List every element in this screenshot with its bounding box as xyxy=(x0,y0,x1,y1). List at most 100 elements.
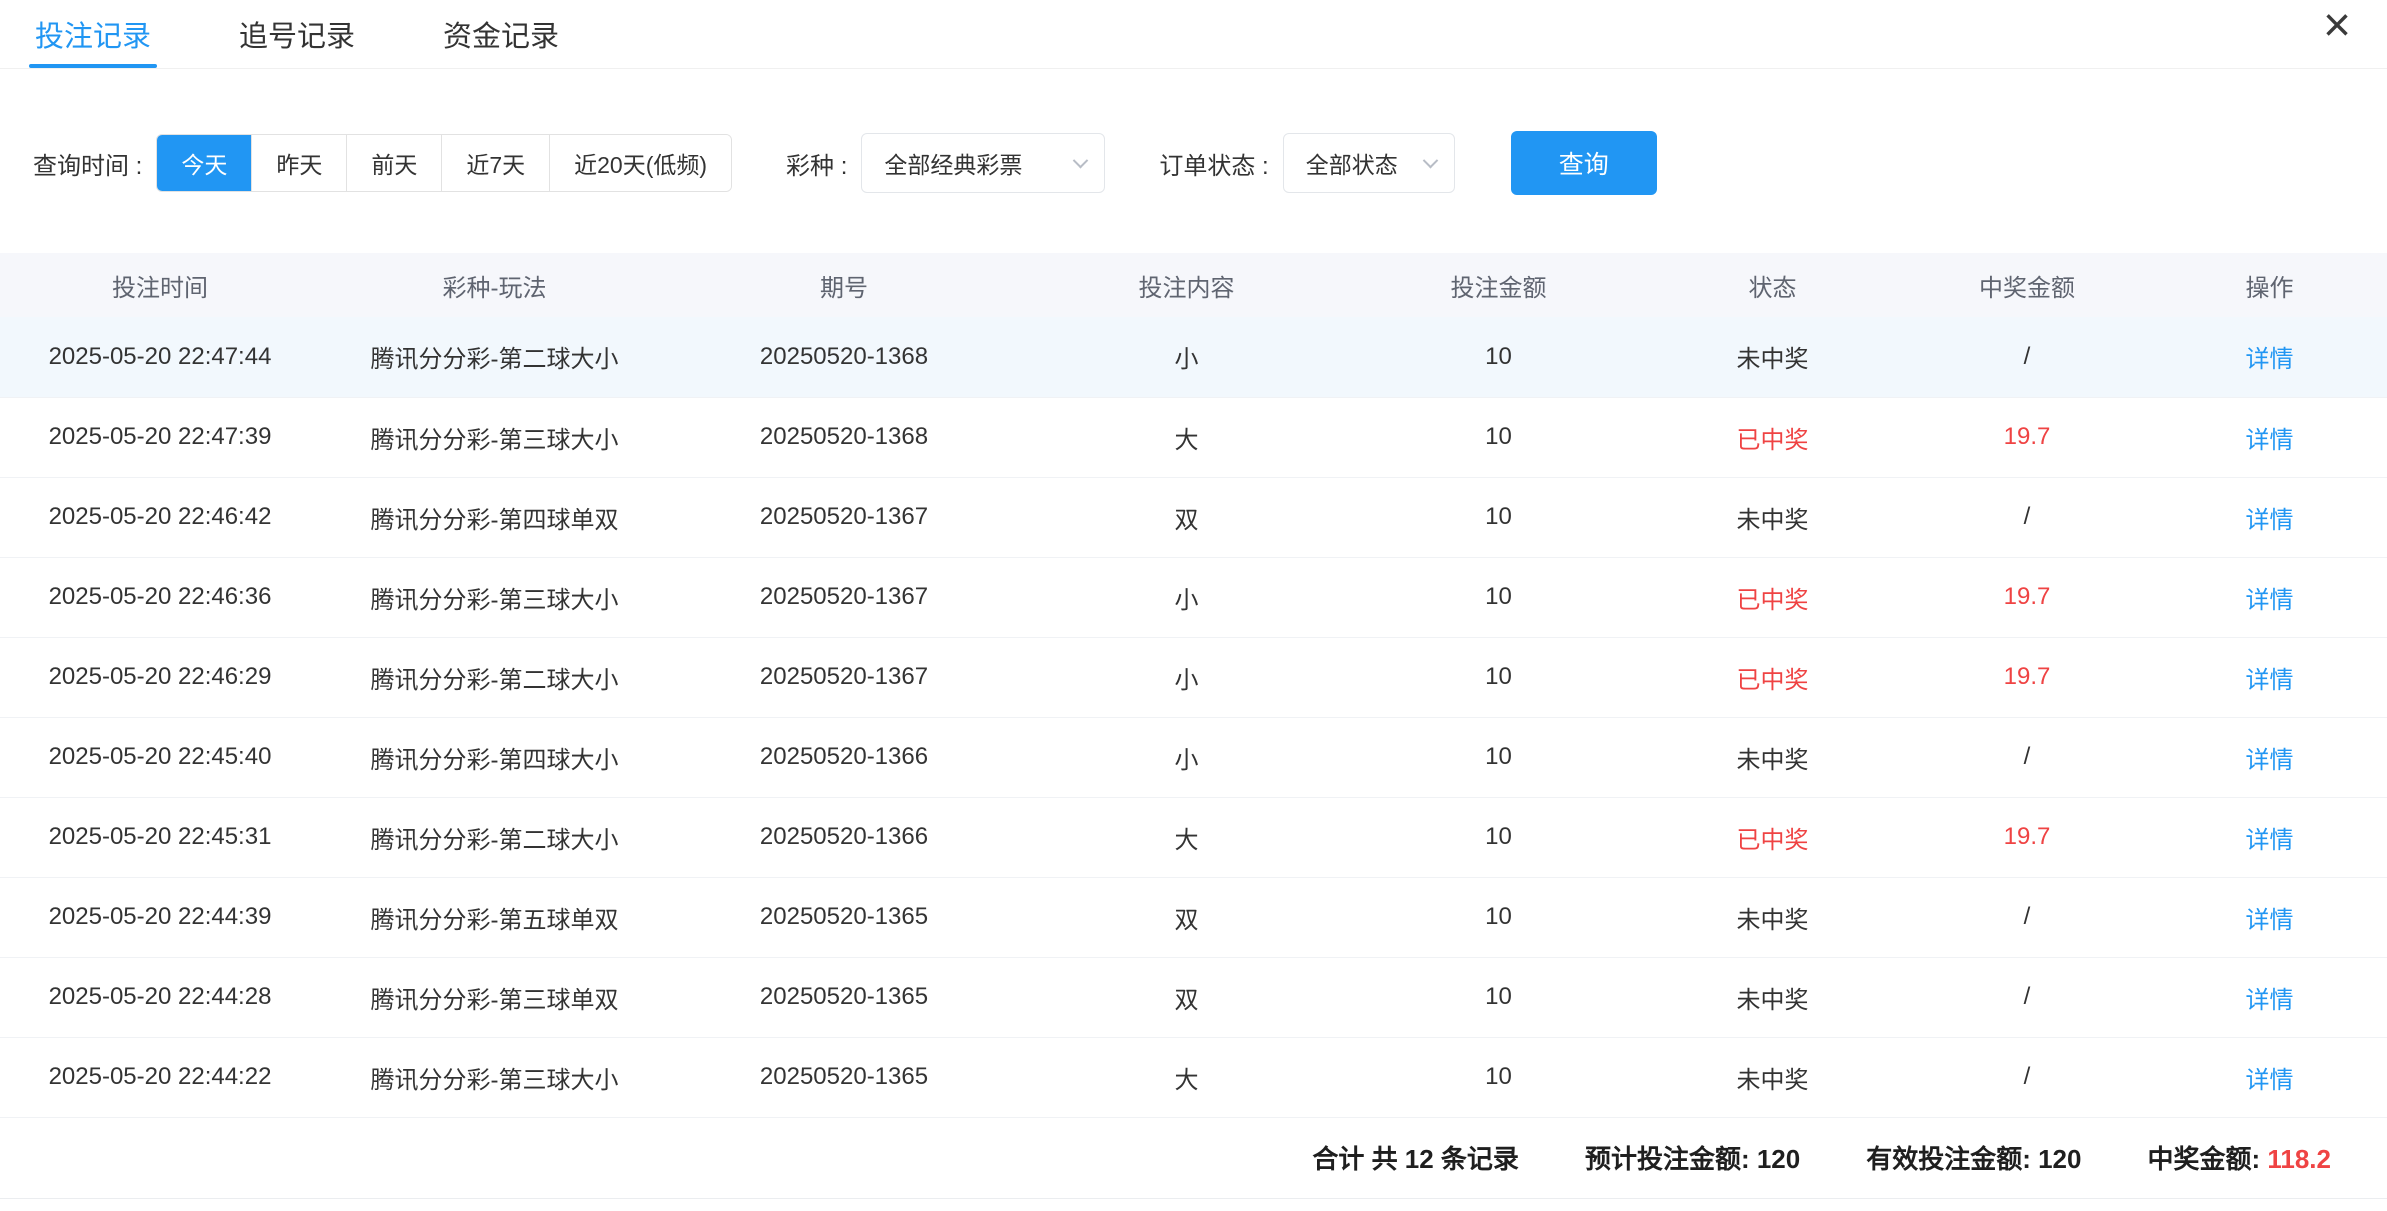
order-status-value: 全部状态 xyxy=(1306,146,1398,180)
tab-chase-number-records[interactable]: 追号记录 xyxy=(239,0,355,68)
column-header: 状态 xyxy=(1643,253,1902,317)
bet-time: 2025-05-20 22:45:40 xyxy=(0,717,320,797)
bet-content: 小 xyxy=(1019,557,1354,637)
details-link[interactable]: 详情 xyxy=(2152,397,2387,477)
bet-time: 2025-05-20 22:44:22 xyxy=(0,1037,320,1117)
table-row: 2025-05-20 22:46:36 腾讯分分彩-第三球大小 20250520… xyxy=(0,557,2387,637)
order-status-select[interactable]: 全部状态 xyxy=(1283,133,1455,193)
issue-number: 20250520-1367 xyxy=(669,477,1019,557)
prize-amount: / xyxy=(1902,877,2152,957)
table-row: 2025-05-20 22:45:40 腾讯分分彩-第四球大小 20250520… xyxy=(0,717,2387,797)
bet-amount: 10 xyxy=(1354,557,1643,637)
table-row: 2025-05-20 22:44:28 腾讯分分彩-第三球单双 20250520… xyxy=(0,957,2387,1037)
prize-amount: 19.7 xyxy=(1902,397,2152,477)
details-link[interactable]: 详情 xyxy=(2152,477,2387,557)
bet-content: 小 xyxy=(1019,717,1354,797)
table-row: 2025-05-20 22:46:42 腾讯分分彩-第四球单双 20250520… xyxy=(0,477,2387,557)
bet-amount: 10 xyxy=(1354,317,1643,397)
chevron-down-icon xyxy=(1073,152,1089,168)
lottery-game: 腾讯分分彩-第三球大小 xyxy=(320,557,669,637)
bet-amount: 10 xyxy=(1354,637,1643,717)
column-header: 投注时间 xyxy=(0,253,320,317)
table-row: 2025-05-20 22:47:44 腾讯分分彩-第二球大小 20250520… xyxy=(0,317,2387,397)
table-row: 2025-05-20 22:44:22 腾讯分分彩-第三球大小 20250520… xyxy=(0,1037,2387,1117)
status-badge: 未中奖 xyxy=(1643,317,1902,397)
column-header: 中奖金额 xyxy=(1902,253,2152,317)
records-table: 投注时间彩种-玩法期号投注内容投注金额状态中奖金额操作 2025-05-20 2… xyxy=(0,253,2387,1118)
time-filter-today[interactable]: 今天 xyxy=(157,135,251,191)
status-badge: 未中奖 xyxy=(1643,477,1902,557)
summary-prize-amount: 中奖金额: 118.2 xyxy=(2147,1139,2331,1176)
bet-content: 双 xyxy=(1019,957,1354,1037)
bet-content: 小 xyxy=(1019,637,1354,717)
lottery-game: 腾讯分分彩-第二球大小 xyxy=(320,797,669,877)
lottery-game: 腾讯分分彩-第五球单双 xyxy=(320,877,669,957)
summary-prize-label: 中奖金额: xyxy=(2147,1144,2267,1174)
bet-time: 2025-05-20 22:46:42 xyxy=(0,477,320,557)
details-link[interactable]: 详情 xyxy=(2152,797,2387,877)
details-link[interactable]: 详情 xyxy=(2152,877,2387,957)
bet-content: 大 xyxy=(1019,1037,1354,1117)
lottery-game: 腾讯分分彩-第四球大小 xyxy=(320,717,669,797)
table-row: 2025-05-20 22:46:29 腾讯分分彩-第二球大小 20250520… xyxy=(0,637,2387,717)
details-link[interactable]: 详情 xyxy=(2152,957,2387,1037)
prize-amount: / xyxy=(1902,317,2152,397)
bet-time: 2025-05-20 22:45:31 xyxy=(0,797,320,877)
table-header: 投注时间彩种-玩法期号投注内容投注金额状态中奖金额操作 xyxy=(0,253,2387,317)
issue-number: 20250520-1365 xyxy=(669,1037,1019,1117)
order-status-label: 订单状态 : xyxy=(1159,146,1268,181)
status-badge: 未中奖 xyxy=(1643,717,1902,797)
lottery-game: 腾讯分分彩-第三球大小 xyxy=(320,1037,669,1117)
status-badge: 已中奖 xyxy=(1643,797,1902,877)
close-icon[interactable]: × xyxy=(2323,2,2351,50)
details-link[interactable]: 详情 xyxy=(2152,1037,2387,1117)
bet-content: 小 xyxy=(1019,317,1354,397)
prize-amount: 19.7 xyxy=(1902,557,2152,637)
bet-amount: 10 xyxy=(1354,877,1643,957)
summary-total-records: 合计 共 12 条记录 xyxy=(1312,1139,1519,1176)
details-link[interactable]: 详情 xyxy=(2152,557,2387,637)
status-badge: 已中奖 xyxy=(1643,637,1902,717)
status-badge: 未中奖 xyxy=(1643,1037,1902,1117)
table-row: 2025-05-20 22:44:39 腾讯分分彩-第五球单双 20250520… xyxy=(0,877,2387,957)
details-link[interactable]: 详情 xyxy=(2152,717,2387,797)
lottery-filter-label: 彩种 : xyxy=(786,146,847,181)
lottery-select[interactable]: 全部经典彩票 xyxy=(861,133,1105,193)
bet-content: 双 xyxy=(1019,477,1354,557)
time-filter-day-before-yesterday[interactable]: 前天 xyxy=(346,135,441,191)
time-filter-last-7-days[interactable]: 近7天 xyxy=(441,135,549,191)
column-header: 投注内容 xyxy=(1019,253,1354,317)
summary-prize-value: 118.2 xyxy=(2267,1144,2331,1174)
bet-time: 2025-05-20 22:47:44 xyxy=(0,317,320,397)
time-filter-yesterday[interactable]: 昨天 xyxy=(251,135,346,191)
bet-time: 2025-05-20 22:46:36 xyxy=(0,557,320,637)
issue-number: 20250520-1367 xyxy=(669,557,1019,637)
status-badge: 已中奖 xyxy=(1643,397,1902,477)
time-filter-label: 查询时间 : xyxy=(33,146,142,181)
details-link[interactable]: 详情 xyxy=(2152,317,2387,397)
summary-bar: 合计 共 12 条记录 预计投注金额: 120 有效投注金额: 120 中奖金额… xyxy=(0,1118,2387,1199)
prize-amount: / xyxy=(1902,477,2152,557)
summary-expected-amount: 预计投注金额: 120 xyxy=(1585,1139,1800,1176)
lottery-game: 腾讯分分彩-第二球大小 xyxy=(320,637,669,717)
tab-funds-records[interactable]: 资金记录 xyxy=(443,0,559,68)
bet-amount: 10 xyxy=(1354,1037,1643,1117)
prize-amount: 19.7 xyxy=(1902,637,2152,717)
status-badge: 未中奖 xyxy=(1643,877,1902,957)
lottery-game: 腾讯分分彩-第三球单双 xyxy=(320,957,669,1037)
bet-time: 2025-05-20 22:44:28 xyxy=(0,957,320,1037)
records-body: 2025-05-20 22:47:44 腾讯分分彩-第二球大小 20250520… xyxy=(0,317,2387,1117)
status-badge: 已中奖 xyxy=(1643,557,1902,637)
issue-number: 20250520-1366 xyxy=(669,797,1019,877)
query-button[interactable]: 查询 xyxy=(1511,131,1657,195)
time-filter-last-20-days-low-freq[interactable]: 近20天(低频) xyxy=(549,135,731,191)
prize-amount: / xyxy=(1902,957,2152,1037)
filter-bar: 查询时间 : 今天昨天前天近7天近20天(低频) 彩种 : 全部经典彩票 订单状… xyxy=(33,131,2387,195)
lottery-game: 腾讯分分彩-第二球大小 xyxy=(320,317,669,397)
bet-content: 大 xyxy=(1019,797,1354,877)
issue-number: 20250520-1367 xyxy=(669,637,1019,717)
issue-number: 20250520-1365 xyxy=(669,877,1019,957)
tab-betting-records[interactable]: 投注记录 xyxy=(35,0,151,68)
issue-number: 20250520-1368 xyxy=(669,397,1019,477)
details-link[interactable]: 详情 xyxy=(2152,637,2387,717)
